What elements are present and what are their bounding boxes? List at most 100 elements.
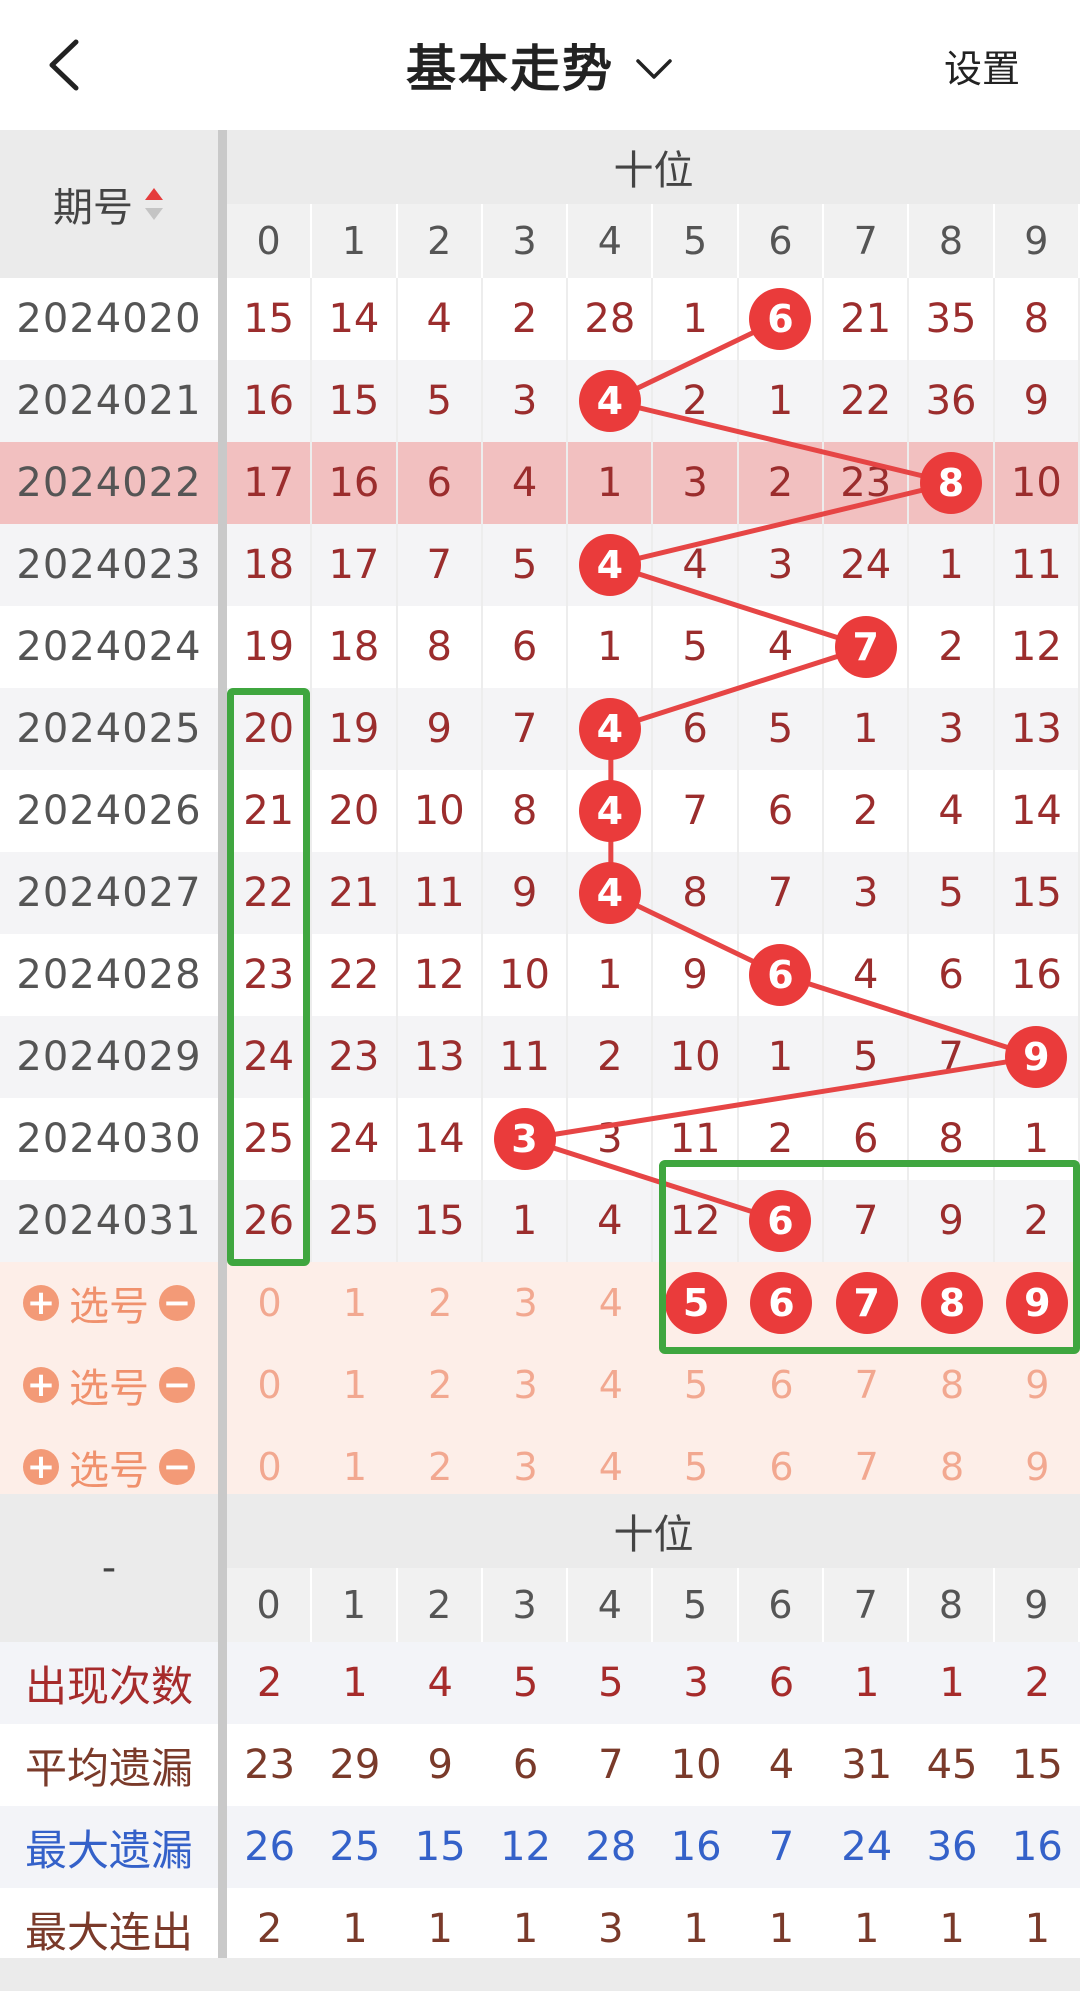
stats-cell: 24 xyxy=(841,1824,893,1870)
trend-cell: 17 xyxy=(312,524,398,606)
trend-cell: 4 xyxy=(483,442,569,524)
trend-cell: 14 xyxy=(995,770,1080,852)
plus-icon[interactable]: + xyxy=(23,1449,59,1485)
trend-cell: 2 xyxy=(568,1016,654,1098)
top-bar: 基本走势 设置 xyxy=(0,0,1080,131)
tens-group-header: 十位 xyxy=(227,130,1080,204)
stats-cell: 2 xyxy=(1024,1660,1051,1706)
trend-cell: 7 xyxy=(483,688,569,770)
stats-cell: 15 xyxy=(1011,1742,1063,1788)
stats-cell: 6 xyxy=(768,1660,795,1706)
pick-cell-6[interactable]: 6 xyxy=(739,1344,824,1426)
stats-row: 最大遗漏 26 25 15 12 28 16 7 24 36 16 xyxy=(0,1806,1080,1888)
trend-cell: 1 xyxy=(568,442,654,524)
trend-cell: 19 xyxy=(312,688,398,770)
trend-cell: 1 xyxy=(654,278,739,360)
pick-cell-3[interactable]: 3 xyxy=(483,1262,568,1344)
minus-icon[interactable]: − xyxy=(159,1285,195,1321)
trend-cell: 3 xyxy=(909,688,995,770)
trend-cell: 14 xyxy=(398,1098,483,1180)
trend-cell: 5 xyxy=(739,688,825,770)
stats-cell: 1 xyxy=(342,1660,368,1706)
trend-cell: 28 xyxy=(568,278,654,360)
table-row: 2024026 21 20 10 8 4 7 6 2 4 14 xyxy=(0,770,1080,852)
trend-cell: 10 xyxy=(398,770,483,852)
pick-cell-9[interactable]: 9 xyxy=(995,1344,1080,1426)
trend-cell: 14 xyxy=(312,278,398,360)
trend-cell: 7 xyxy=(824,606,910,688)
trend-cell: 4 xyxy=(824,934,910,1016)
table-row: 2024028 23 22 12 10 1 9 6 4 6 16 xyxy=(0,934,1080,1016)
minus-icon[interactable]: − xyxy=(159,1367,195,1403)
pick-cell-0[interactable]: 0 xyxy=(227,1262,312,1344)
trend-cell: 36 xyxy=(909,360,995,442)
pick-cell-3[interactable]: 3 xyxy=(483,1344,568,1426)
trend-cell: 3 xyxy=(568,1098,654,1180)
pick-label: + 选号 − xyxy=(0,1262,218,1344)
annotation-box-digit-0 xyxy=(227,688,310,1266)
issue-number: 2024031 xyxy=(16,1198,202,1244)
pick-cell-2[interactable]: 2 xyxy=(398,1344,483,1426)
digit-header-9: 9 xyxy=(994,204,1080,278)
issue-number: 2024028 xyxy=(16,952,202,998)
trend-cell: 6 xyxy=(909,934,995,1016)
minus-icon[interactable]: − xyxy=(159,1449,195,1485)
winning-number-ball: 4 xyxy=(578,534,641,596)
trend-cell: 24 xyxy=(824,524,910,606)
stats-cell: 10 xyxy=(670,1742,722,1788)
trend-cell: 2 xyxy=(654,360,739,442)
stats-cell: 25 xyxy=(329,1824,381,1870)
digit-header-8: 8 xyxy=(909,1568,995,1642)
pick-label-text: 选号 xyxy=(69,1366,149,1412)
plus-icon[interactable]: + xyxy=(23,1367,59,1403)
digit-header-3: 3 xyxy=(482,204,569,278)
winning-number-ball: 4 xyxy=(578,698,641,760)
trend-cell: 18 xyxy=(312,606,398,688)
trend-cell: 8 xyxy=(483,770,569,852)
digit-header-6: 6 xyxy=(738,1568,825,1642)
pick-cell-1[interactable]: 1 xyxy=(312,1344,397,1426)
trend-cell: 19 xyxy=(227,606,313,688)
trend-cell: 6 xyxy=(398,442,483,524)
pick-label-text: 选号 xyxy=(69,1284,149,1330)
pick-cell-8[interactable]: 8 xyxy=(909,1344,994,1426)
trend-cell: 9 xyxy=(398,688,483,770)
digit-header-1: 1 xyxy=(312,1568,398,1642)
trend-cell: 1 xyxy=(483,1180,569,1262)
settings-button[interactable]: 设置 xyxy=(944,38,1020,93)
pick-cell-4[interactable]: 4 xyxy=(568,1344,653,1426)
pick-label-text: 选号 xyxy=(69,1448,149,1494)
pick-cell-0[interactable]: 0 xyxy=(227,1344,312,1426)
pick-cell-2[interactable]: 2 xyxy=(398,1262,483,1344)
trend-cell: 6 xyxy=(739,278,825,360)
trend-cell: 4 xyxy=(568,360,654,442)
trend-cell: 12 xyxy=(995,606,1080,688)
plus-icon[interactable]: + xyxy=(23,1285,59,1321)
table-row: 2024023 18 17 7 5 4 4 3 24 1 11 xyxy=(0,524,1080,606)
pick-cell-4[interactable]: 4 xyxy=(568,1262,653,1344)
trend-cell: 2 xyxy=(824,770,910,852)
trend-cell: 4 xyxy=(568,1180,654,1262)
stats-group-header: 十位 xyxy=(227,1494,1080,1568)
winning-number-ball: 8 xyxy=(920,452,983,514)
trend-cell: 3 xyxy=(654,442,739,524)
trend-cell: 11 xyxy=(995,524,1080,606)
digit-header-0: 0 xyxy=(227,1568,313,1642)
trend-cell: 10 xyxy=(483,934,569,1016)
pick-cell-5[interactable]: 5 xyxy=(654,1344,739,1426)
sort-icon[interactable] xyxy=(143,184,165,224)
trend-cell: 7 xyxy=(398,524,483,606)
issue-column-header[interactable]: 期号 xyxy=(0,130,218,278)
trend-cell: 8 xyxy=(654,852,739,934)
table-row: 2024021 16 15 5 3 4 2 1 22 36 9 xyxy=(0,360,1080,442)
pick-cell-7[interactable]: 7 xyxy=(824,1344,909,1426)
stats-cell: 16 xyxy=(1011,1824,1063,1870)
trend-cell: 6 xyxy=(739,934,825,1016)
table-row: 2024020 15 14 4 2 28 1 6 21 35 8 xyxy=(0,278,1080,360)
stats-cell: 29 xyxy=(329,1742,381,1788)
trend-cell: 22 xyxy=(312,934,398,1016)
pick-cell-1[interactable]: 1 xyxy=(312,1262,397,1344)
table-row: 2024022 17 16 6 4 1 3 2 23 8 10 xyxy=(0,442,1080,524)
page-title-dropdown[interactable]: 基本走势 xyxy=(0,0,1080,130)
trend-cell: 15 xyxy=(312,360,398,442)
